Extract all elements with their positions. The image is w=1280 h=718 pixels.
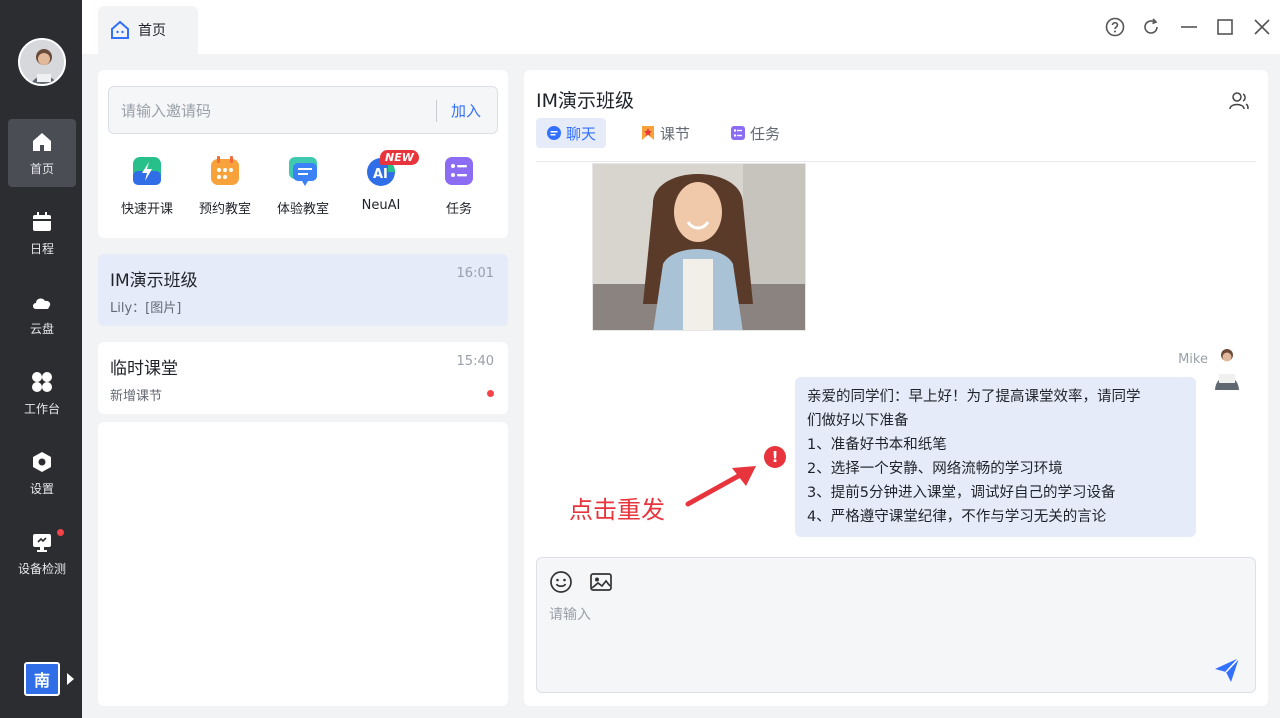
conversation-time: 15:40 [456, 354, 494, 369]
quick-book-room[interactable]: 预约教室 [190, 154, 260, 217]
minimize-button[interactable] [1178, 16, 1200, 38]
avatar-picture [20, 40, 64, 84]
expand-arrow-icon[interactable] [67, 673, 74, 685]
quick-trial-room[interactable]: 体验教室 [268, 154, 338, 217]
message-input[interactable] [549, 604, 1199, 664]
annotation-arrow-icon [685, 466, 756, 507]
tab-home-label: 首页 [138, 23, 166, 39]
message-line: 2、选择一个安静、网络流畅的学习环境 [807, 461, 1063, 477]
maximize-button[interactable] [1214, 16, 1236, 38]
chat-title: IM演示班级 [536, 90, 634, 112]
image-message[interactable] [592, 163, 806, 331]
invite-code-input[interactable] [121, 99, 421, 123]
message-line: 4、严格遵守课堂纪律，不作与学习无关的言论 [807, 509, 1107, 525]
quick-tasks-label: 任务 [445, 202, 472, 217]
members-icon[interactable] [1228, 90, 1250, 112]
invite-box: 加入 [108, 86, 498, 134]
calendar-icon [33, 211, 51, 231]
calendar-booking-icon [211, 156, 239, 185]
refresh-button[interactable] [1140, 16, 1162, 38]
tab-lessons-label: 课节 [660, 124, 691, 143]
nav-item-device-check[interactable]: 设备检测 [8, 519, 76, 587]
tab-chat[interactable]: 聊天 [536, 118, 607, 148]
chat-header-divider [536, 161, 1256, 162]
message-line: 亲爱的同学们：早上好！为了提高课堂效率，请同学 [807, 389, 1141, 405]
maximize-icon [1217, 19, 1233, 35]
sender-avatar[interactable] [1210, 346, 1244, 390]
notification-dot [57, 529, 64, 536]
quick-start-class-label: 快速开课 [120, 202, 173, 217]
conversation-last-message: 新增课节 [110, 389, 163, 404]
nav-item-settings[interactable]: 设置 [8, 439, 76, 507]
join-button[interactable]: 加入 [451, 100, 481, 121]
refresh-icon [1144, 18, 1158, 34]
close-button[interactable] [1251, 16, 1273, 38]
left-rail: 首页 日程 云盘 工作台 设置 设备检测 南 [0, 0, 82, 718]
quick-neuai-label: NeuAI [361, 198, 401, 213]
monitor-icon [33, 533, 51, 552]
resend-error-icon[interactable]: ! [764, 446, 786, 468]
sender-name: Mike [1178, 352, 1208, 367]
workbench-icon [32, 371, 52, 392]
help-icon [1105, 17, 1125, 37]
chat-board-icon [289, 157, 317, 186]
close-icon [1254, 19, 1270, 35]
nav-label-device-check: 设备检测 [17, 561, 66, 576]
home-tab-icon [111, 20, 129, 39]
message-line: 3、提前5分钟进入课堂，调试好自己的学习设备 [807, 485, 1116, 501]
tab-tasks-label: 任务 [750, 124, 781, 143]
resend-annotation: 点击重发 [569, 496, 665, 524]
tab-lessons[interactable]: 课节 [630, 118, 700, 148]
message-bubble: 亲爱的同学们：早上好！为了提高课堂效率，请同学 们做好以下准备 1、准备好书本和… [795, 377, 1196, 537]
conversation-last-message: Lily：[图片] [110, 301, 182, 316]
unread-dot [487, 390, 494, 397]
nav-item-home[interactable]: 首页 [8, 119, 76, 187]
help-button[interactable] [1104, 16, 1126, 38]
nav-item-cloud[interactable]: 云盘 [8, 279, 76, 347]
tab-home[interactable]: 首页 [98, 6, 198, 54]
send-icon[interactable] [1213, 656, 1241, 684]
chat-bubble-icon [547, 126, 561, 140]
image-icon[interactable] [589, 570, 613, 594]
quick-tasks[interactable]: 任务 [424, 154, 494, 217]
minimize-icon [1181, 26, 1197, 28]
nav-label-settings: 设置 [29, 481, 54, 496]
student-photo [593, 164, 805, 330]
conversation-time: 16:01 [456, 266, 494, 281]
home-icon [33, 132, 51, 151]
cloud-icon [33, 298, 51, 309]
task-icon [731, 126, 745, 140]
nav-label-workbench: 工作台 [23, 401, 60, 416]
nav-label-home: 首页 [29, 161, 54, 176]
nav-label-schedule: 日程 [29, 241, 54, 256]
bookmark-icon [642, 126, 654, 140]
nav-item-workbench[interactable]: 工作台 [8, 359, 76, 427]
message-composer [536, 557, 1256, 693]
user-avatar[interactable] [18, 38, 66, 86]
quick-trial-room-label: 体验教室 [276, 202, 329, 217]
svg-text:AI: AI [373, 167, 388, 182]
new-badge: NEW [380, 150, 419, 165]
chat-panel: IM演示班级 聊天 课节 任务 Mike 亲爱的同学们：早上好！为了提高课堂效率… [524, 70, 1268, 706]
task-list-icon [445, 157, 473, 185]
conversation-item[interactable]: 临时课堂 15:40 新增课节 [98, 342, 508, 414]
conversation-list-empty-area [98, 422, 508, 706]
nav-item-schedule[interactable]: 日程 [8, 199, 76, 267]
tab-chat-label: 聊天 [566, 124, 597, 143]
emoji-icon[interactable] [549, 570, 573, 594]
lightning-icon [133, 157, 161, 185]
conversation-item[interactable]: IM演示班级 16:01 Lily：[图片] [98, 254, 508, 326]
message-line: 1、准备好书本和纸笔 [807, 437, 947, 453]
nav-label-cloud: 云盘 [29, 321, 54, 336]
message-line: 们做好以下准备 [807, 413, 909, 429]
conversation-name: 临时课堂 [110, 359, 178, 379]
top-bar: 首页 [82, 0, 1280, 54]
quick-start-class[interactable]: 快速开课 [112, 154, 182, 217]
settings-icon [33, 451, 51, 472]
tab-tasks[interactable]: 任务 [720, 118, 790, 148]
quick-book-room-label: 预约教室 [198, 202, 251, 217]
invite-separator [436, 100, 437, 122]
language-button[interactable]: 南 [24, 662, 60, 696]
conversation-name: IM演示班级 [110, 271, 198, 291]
